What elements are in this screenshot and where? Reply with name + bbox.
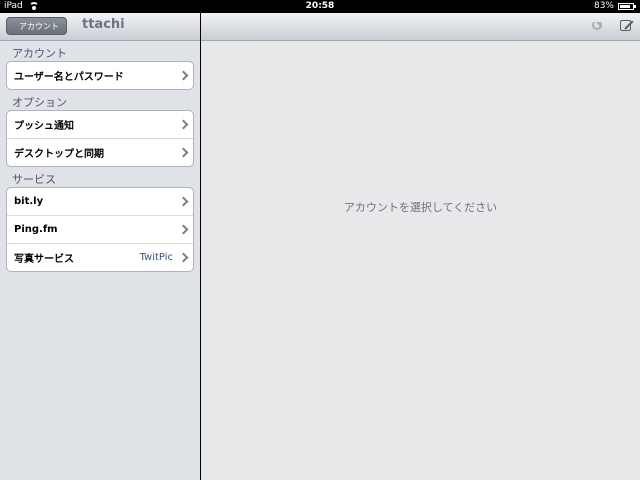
row-label: デスクトップと同期 xyxy=(14,149,104,160)
row-label: ユーザー名とパスワード xyxy=(14,72,124,83)
detail-navbar xyxy=(201,13,640,41)
group-services: bit.ly Ping.fm 写真サービス TwitPic xyxy=(6,187,194,272)
sidebar: アカウント ttachi アカウント ユーザー名とパスワード オプション プッシ… xyxy=(0,13,200,480)
detail-pane: アカウントを選択してください xyxy=(201,13,640,480)
row-label: プッシュ通知 xyxy=(14,121,74,132)
chevron-right-icon xyxy=(178,252,189,263)
row-pingfm[interactable]: Ping.fm xyxy=(7,215,193,243)
row-value: TwitPic xyxy=(139,252,173,263)
chevron-right-icon xyxy=(178,119,189,130)
chevron-right-icon xyxy=(178,70,189,81)
refresh-icon[interactable] xyxy=(592,20,602,30)
row-desktop-sync[interactable]: デスクトップと同期 xyxy=(7,138,193,166)
back-button[interactable]: アカウント xyxy=(6,17,67,35)
placeholder-text: アカウントを選択してください xyxy=(343,201,498,214)
row-photo-service[interactable]: 写真サービス TwitPic xyxy=(7,243,193,271)
row-push-notifications[interactable]: プッシュ通知 xyxy=(7,111,193,138)
row-bitly[interactable]: bit.ly xyxy=(7,188,193,215)
row-label: 写真サービス xyxy=(14,254,74,265)
group-options: プッシュ通知 デスクトップと同期 xyxy=(6,110,194,167)
row-label: Ping.fm xyxy=(14,224,58,235)
chevron-right-icon xyxy=(178,196,189,207)
chevron-right-icon xyxy=(178,147,189,158)
row-label: bit.ly xyxy=(14,196,44,207)
status-bar: iPad 20:58 83% xyxy=(0,0,640,13)
chevron-right-icon xyxy=(178,224,189,235)
section-header-account: アカウント xyxy=(12,47,67,60)
battery-percent: 83% xyxy=(593,1,614,11)
row-username-password[interactable]: ユーザー名とパスワード xyxy=(7,62,193,89)
group-account: ユーザー名とパスワード xyxy=(6,61,194,90)
clock: 20:58 xyxy=(305,1,335,11)
sidebar-title: ttachi xyxy=(82,17,125,32)
sidebar-navbar: アカウント ttachi xyxy=(0,13,200,41)
section-header-options: オプション xyxy=(12,96,67,109)
section-header-services: サービス xyxy=(12,173,56,186)
battery-icon xyxy=(618,2,636,10)
compose-icon[interactable] xyxy=(620,20,631,31)
